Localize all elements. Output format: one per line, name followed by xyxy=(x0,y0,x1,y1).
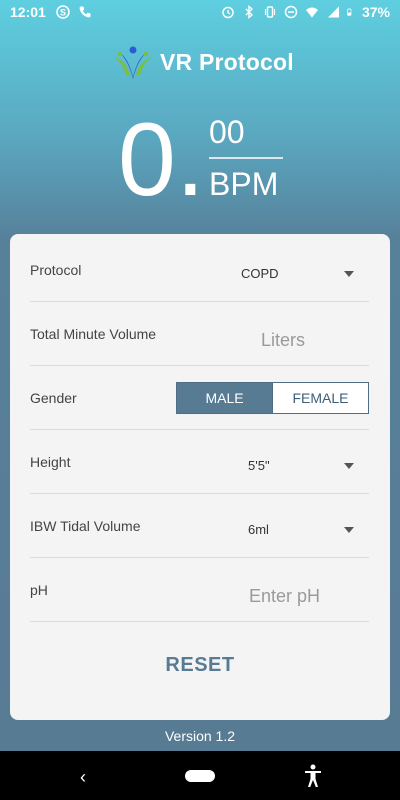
ph-label: pH xyxy=(30,582,48,598)
chevron-down-icon[interactable] xyxy=(344,271,354,277)
dnd-icon xyxy=(284,5,298,19)
tidal-volume-row[interactable]: IBW Tidal Volume 6ml xyxy=(30,494,369,558)
app-logo: VR Protocol xyxy=(112,45,294,79)
accessibility-icon[interactable] xyxy=(303,764,323,788)
svg-text:S: S xyxy=(60,8,66,18)
protocol-select[interactable]: COPD xyxy=(241,266,279,281)
minute-volume-input[interactable]: Liters xyxy=(261,330,305,351)
minute-volume-row: Total Minute Volume Liters xyxy=(30,302,369,366)
battery-percent: 37% xyxy=(361,4,390,20)
height-label: Height xyxy=(30,454,71,470)
protocol-row[interactable]: Protocol COPD xyxy=(30,238,369,302)
reset-button[interactable]: RESET xyxy=(10,654,390,677)
app-title: VR Protocol xyxy=(160,48,294,75)
tidal-volume-select[interactable]: 6ml xyxy=(248,522,269,537)
ph-input[interactable]: Enter pH xyxy=(249,586,320,607)
gender-female-option[interactable]: FEMALE xyxy=(272,383,368,413)
bpm-divider xyxy=(209,157,283,159)
input-card: Protocol COPD Total Minute Volume Liters… xyxy=(10,234,390,720)
vibrate-icon xyxy=(264,6,276,18)
chevron-down-icon[interactable] xyxy=(344,463,354,469)
status-bar: 12:01 S 37% xyxy=(0,0,400,24)
alarm-icon xyxy=(222,6,234,19)
bluetooth-icon xyxy=(245,5,254,19)
version-label: Version 1.2 xyxy=(164,728,236,744)
gender-label: Gender xyxy=(30,390,77,406)
ph-row: pH Enter pH xyxy=(30,558,369,622)
tidal-volume-label: IBW Tidal Volume xyxy=(30,518,141,534)
back-icon[interactable]: ‹ xyxy=(80,767,86,788)
chevron-down-icon[interactable] xyxy=(344,527,354,533)
protocol-label: Protocol xyxy=(30,262,82,278)
phone-icon xyxy=(79,6,91,18)
wifi-icon xyxy=(305,7,318,18)
gender-male-option[interactable]: MALE xyxy=(177,383,272,413)
height-select[interactable]: 5'5" xyxy=(248,458,270,473)
gender-row: Gender MALE FEMALE xyxy=(30,366,369,430)
gender-toggle: MALE FEMALE xyxy=(176,382,369,414)
bpm-decimal: 00 xyxy=(209,114,245,150)
signal-icon xyxy=(327,6,339,18)
navigation-bar: ‹ xyxy=(0,751,400,800)
bpm-integer: 0. xyxy=(118,102,205,218)
status-time: 12:01 xyxy=(10,4,46,20)
app-screen: 12:01 S 37% VR Protocol 0. 00 BPM Protoc… xyxy=(0,0,400,751)
battery-icon xyxy=(347,8,352,16)
height-row[interactable]: Height 5'5" xyxy=(30,430,369,494)
logo-people-icon xyxy=(114,46,152,79)
home-icon[interactable] xyxy=(185,770,215,782)
bpm-unit: BPM xyxy=(209,166,279,202)
minute-volume-label: Total Minute Volume xyxy=(30,326,157,342)
skype-icon: S xyxy=(56,5,70,19)
